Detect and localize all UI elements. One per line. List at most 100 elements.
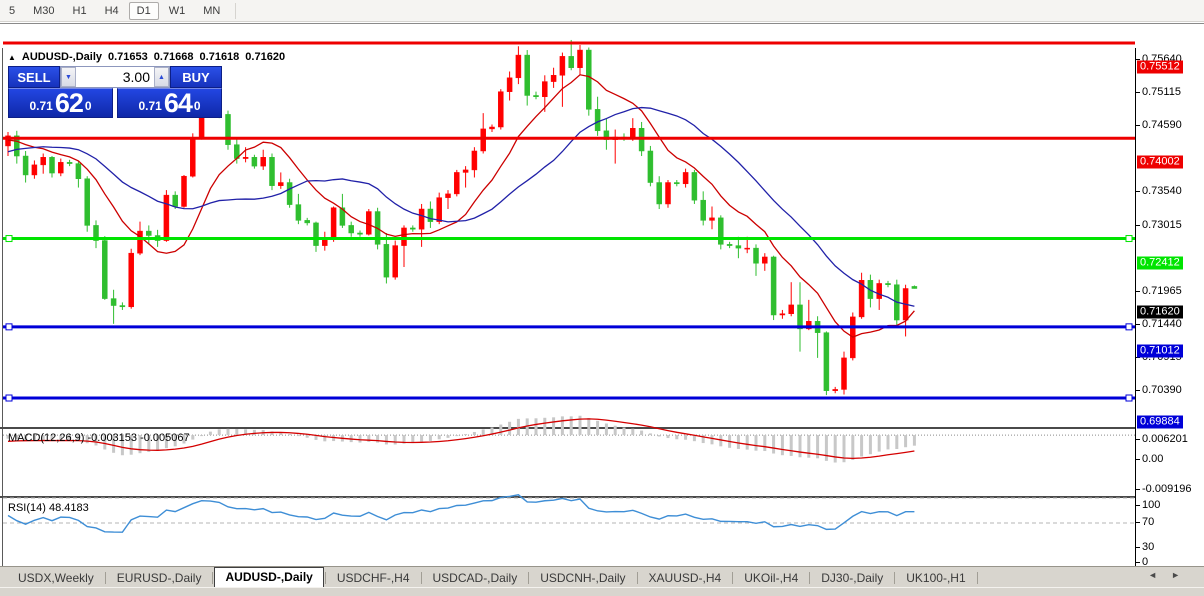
timeframe-button-mn[interactable]: MN [195, 2, 228, 20]
axis-tick-mark [1136, 125, 1140, 127]
rsi-pane-separator[interactable] [0, 496, 1135, 498]
buy-price-main: 0.71 [138, 99, 162, 113]
timeframe-button-d1[interactable]: D1 [128, 1, 159, 20]
axis-tick-mark [1136, 323, 1140, 325]
tab-separator [976, 572, 978, 584]
chart-tab-eurusd-daily[interactable]: EURUSD-,Daily [107, 569, 212, 587]
level-price-label: 0.74002 [1137, 155, 1183, 169]
price-tick-label: 0.74590 [1142, 119, 1182, 132]
timeframe-toolbar: 5 M30 H1 H4 D1 W1 MN [0, 0, 1204, 22]
price-tick-label: 0.73015 [1142, 218, 1182, 231]
rsi-axis-label: 100 [1142, 499, 1161, 511]
status-bar [0, 587, 1204, 596]
chart-tab-xauusd-h4[interactable]: XAUUSD-,H4 [639, 569, 732, 587]
axis-tick-mark [1136, 547, 1140, 549]
buy-price-pips: 64 [163, 88, 193, 118]
chart-title: ▲ AUDUSD-,Daily 0.71653 0.71668 0.71618 … [8, 51, 285, 63]
chart-tab-bar: USDX,Weekly EURUSD-,Daily AUDUSD-,Daily USD… [0, 566, 1204, 587]
tab-separator [528, 572, 530, 584]
timeframe-button-h1[interactable]: H1 [65, 2, 95, 20]
tab-separator [324, 572, 326, 584]
rsi-value: 48.4183 [48, 502, 89, 514]
tab-separator [732, 572, 734, 584]
chart-tab-usdcnh-daily[interactable]: USDCNH-,Daily [530, 569, 635, 587]
axis-tick-mark [1136, 290, 1140, 292]
current-price-label: 0.71620 [1137, 305, 1183, 319]
ohlc-low: 0.71618 [199, 51, 240, 63]
buy-price-display[interactable]: 0.71 64 0 [117, 88, 222, 118]
axis-tick-mark [1136, 505, 1140, 506]
one-click-trade-panel: SELL ▼ 3.00 ▲ BUY 0.71 62 0 0.71 64 0 [8, 66, 222, 118]
tab-separator [636, 572, 638, 584]
chart-symbol-label: AUDUSD-,Daily [21, 51, 102, 63]
macd-main-value: -0.003153 [87, 432, 138, 444]
timeframe-button-5[interactable]: 5 [1, 2, 23, 20]
sell-price-pips: 62 [54, 88, 84, 118]
level-price-label: 0.69884 [1137, 415, 1183, 429]
axis-tick-mark [1136, 224, 1140, 226]
tab-scroll-arrows: ◄ ► [1148, 570, 1180, 580]
price-tick-label: 0.75115 [1142, 86, 1181, 99]
price-tick-label: 0.70390 [1142, 384, 1182, 397]
chart-tab-audusd-daily[interactable]: AUDUSD-,Daily [214, 567, 324, 587]
axis-tick-mark [1136, 522, 1140, 524]
tab-separator [809, 572, 811, 584]
timeframe-button-w1[interactable]: W1 [161, 2, 194, 20]
level-price-label: 0.71012 [1137, 344, 1183, 358]
timeframe-button-m30[interactable]: M30 [25, 2, 62, 20]
chart-tab-dj30-daily[interactable]: DJ30-,Daily [811, 569, 893, 587]
macd-signal-value: -0.005067 [140, 432, 190, 444]
axis-tick-mark [1136, 438, 1140, 440]
chart-tab-usdcad-daily[interactable]: USDCAD-,Daily [423, 569, 528, 587]
tab-separator [104, 572, 106, 584]
volume-input[interactable]: 3.00 [76, 67, 154, 87]
price-tick-label: 0.73540 [1142, 185, 1182, 198]
macd-axis-label: 0.00 [1142, 453, 1164, 466]
macd-title: MACD(12,26,9) [8, 432, 85, 444]
sell-price-point: 0 [84, 99, 92, 113]
macd-pane-separator[interactable] [0, 427, 1135, 429]
chart-tab-usdchf-h4[interactable]: USDCHF-,H4 [327, 569, 420, 587]
price-axis: 0.75640 0.75115 0.74590 0.73540 0.73015 0.719… [1135, 48, 1204, 569]
tab-separator [420, 572, 422, 584]
chart-tab-ukoil-h4[interactable]: UKOil-,H4 [734, 569, 808, 587]
axis-tick-mark [1136, 562, 1140, 563]
chart-tab-usdx-weekly[interactable]: USDX,Weekly [8, 569, 104, 587]
volume-increase-button[interactable]: ▲ [154, 67, 169, 87]
axis-tick-mark [1136, 459, 1140, 461]
tab-scroll-left-icon[interactable]: ◄ [1148, 570, 1157, 580]
sell-price-display[interactable]: 0.71 62 0 [8, 88, 113, 118]
macd-indicator-label: MACD(12,26,9) -0.003153 -0.005067 [8, 432, 190, 444]
price-tick-label: 0.71440 [1142, 317, 1182, 330]
tab-scroll-right-icon[interactable]: ► [1171, 570, 1180, 580]
rsi-title: RSI(14) [8, 502, 46, 514]
sell-button[interactable]: SELL [8, 66, 60, 88]
volume-decrease-button[interactable]: ▼ [61, 67, 76, 87]
axis-tick-mark [1136, 191, 1140, 193]
tab-separator [212, 572, 214, 584]
collapse-panel-icon[interactable]: ▲ [8, 53, 16, 62]
axis-tick-mark [1136, 92, 1140, 94]
chart-tab-uk100-h1[interactable]: UK100-,H1 [896, 569, 975, 587]
rsi-axis-label: 30 [1142, 541, 1155, 554]
timeframe-button-h4[interactable]: H4 [97, 2, 127, 20]
tab-separator [894, 572, 896, 584]
ohlc-close: 0.71620 [245, 51, 286, 63]
volume-group: ▼ 3.00 ▲ [60, 66, 170, 88]
buy-price-point: 0 [193, 99, 201, 113]
ohlc-high: 0.71668 [153, 51, 194, 63]
ohlc-open: 0.71653 [108, 51, 148, 63]
sell-price-main: 0.71 [29, 99, 53, 113]
rsi-indicator-label: RSI(14) 48.4183 [8, 502, 89, 514]
chart-window-border [2, 48, 3, 569]
toolbar-separator [235, 2, 237, 19]
axis-tick-mark [1136, 488, 1140, 490]
level-price-label: 0.75512 [1137, 60, 1183, 74]
rsi-axis-label: 70 [1142, 516, 1155, 529]
level-price-label: 0.72412 [1137, 256, 1183, 270]
macd-axis-label: 0.006201 [1142, 432, 1188, 445]
price-tick-label: 0.71965 [1142, 284, 1182, 297]
buy-button[interactable]: BUY [170, 66, 222, 88]
chart-window: ▲ AUDUSD-,Daily 0.71653 0.71668 0.71618 … [0, 23, 1204, 585]
macd-axis-label: -0.009196 [1142, 482, 1192, 495]
